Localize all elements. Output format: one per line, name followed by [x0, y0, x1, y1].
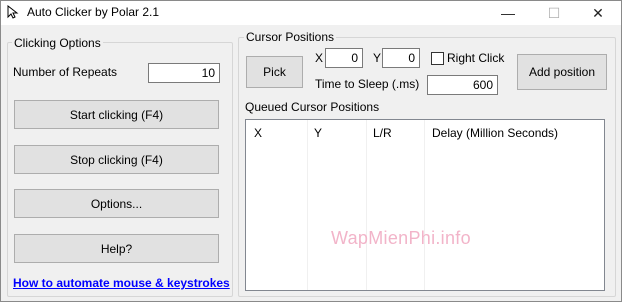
clicking-options-label: Clicking Options — [12, 36, 103, 50]
maximize-icon: ☐ — [547, 4, 561, 21]
automate-link[interactable]: How to automate mouse & keystrokes — [13, 276, 230, 290]
column-header-delay[interactable]: Delay (Million Seconds) — [432, 126, 558, 140]
maximize-button[interactable]: ☐ — [531, 1, 577, 25]
column-header-x[interactable]: X — [254, 126, 262, 140]
close-icon: ✕ — [592, 4, 604, 21]
app-window: Auto Clicker by Polar 2.1 — ☐ ✕ Clicking… — [0, 0, 622, 302]
sleep-label: Time to Sleep (.ms) — [315, 77, 420, 91]
options-label: Options... — [90, 196, 143, 211]
queue-label: Queued Cursor Positions — [245, 100, 380, 114]
list-column-lr — [367, 120, 425, 290]
window-title: Auto Clicker by Polar 2.1 — [27, 5, 160, 19]
list-column-x — [246, 120, 308, 290]
title-bar[interactable]: Auto Clicker by Polar 2.1 — ☐ ✕ — [1, 1, 621, 25]
pick-label: Pick — [263, 65, 286, 79]
y-label: Y — [373, 51, 382, 65]
add-position-label: Add position — [528, 65, 596, 79]
pick-button[interactable]: Pick — [246, 56, 303, 88]
minimize-button[interactable]: — — [485, 1, 531, 25]
y-input[interactable]: 0 — [382, 48, 420, 68]
column-header-y[interactable]: Y — [314, 126, 322, 140]
help-label: Help? — [100, 241, 133, 256]
add-position-button[interactable]: Add position — [517, 54, 607, 90]
list-column-y — [308, 120, 367, 290]
help-button[interactable]: Help? — [14, 234, 219, 263]
column-header-lr[interactable]: L/R — [373, 126, 392, 140]
minimize-icon: — — [501, 5, 515, 21]
close-button[interactable]: ✕ — [575, 1, 621, 25]
repeats-label: Number of Repeats — [13, 65, 118, 79]
x-label: X — [315, 51, 324, 65]
right-click-label: Right Click — [447, 51, 505, 65]
watermark-text: WapMienPhi.info — [331, 228, 471, 248]
start-clicking-button[interactable]: Start clicking (F4) — [14, 100, 219, 129]
repeats-input[interactable]: 10 — [148, 63, 220, 83]
cursor-icon — [7, 5, 19, 19]
cursor-positions-label: Cursor Positions — [244, 30, 337, 44]
sleep-input[interactable]: 600 — [427, 75, 498, 95]
start-clicking-label: Start clicking (F4) — [69, 107, 164, 122]
right-click-checkbox[interactable] — [431, 52, 444, 65]
queue-listview[interactable]: X Y L/R Delay (Million Seconds) — [245, 119, 605, 291]
x-input[interactable]: 0 — [325, 48, 363, 68]
stop-clicking-label: Stop clicking (F4) — [70, 152, 163, 167]
stop-clicking-button[interactable]: Stop clicking (F4) — [14, 145, 219, 174]
options-button[interactable]: Options... — [14, 189, 219, 218]
